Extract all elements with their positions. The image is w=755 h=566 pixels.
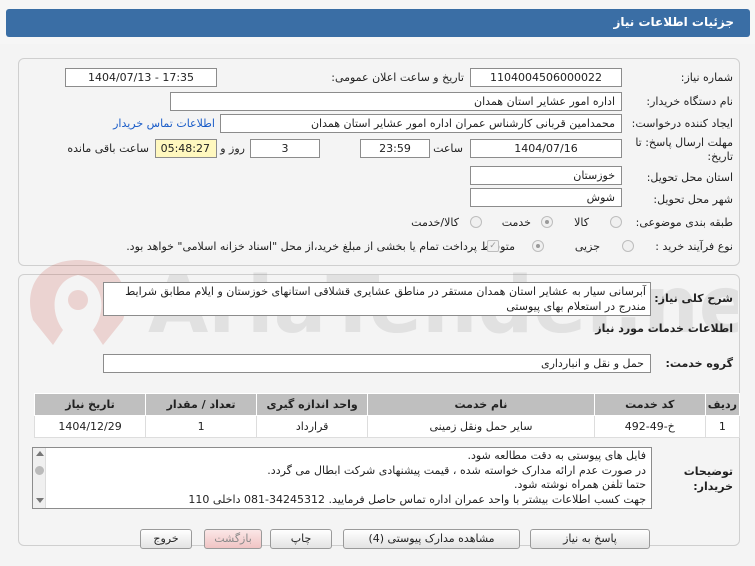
- col-header-service-code: کد خدمت: [593, 393, 706, 416]
- category-service-radio[interactable]: [541, 216, 553, 228]
- buyer-note-line: جهت کسب اطلاعات بیشتر با واحد عمران ادار…: [188, 492, 646, 506]
- cell-unit: قرارداد: [256, 415, 369, 438]
- remaining-time-label: ساعت باقی مانده: [67, 142, 149, 155]
- city-label: شهر محل تحویل:: [653, 193, 733, 206]
- deadline-time-field: 23:59: [360, 139, 430, 158]
- col-header-quantity: تعداد / مقدار: [145, 393, 258, 416]
- process-minor-radio[interactable]: [622, 240, 634, 252]
- announce-label: تاریخ و ساعت اعلان عمومی:: [331, 71, 464, 84]
- cell-row-number: 1: [704, 415, 741, 438]
- buyer-note-line: در صورت عدم ارائه مدارک خواسته شده ، قیم…: [267, 463, 646, 477]
- print-button[interactable]: چاپ: [270, 529, 332, 549]
- category-option-goods-label: کالا: [574, 216, 589, 229]
- table-header-row: ردیف کد خدمت نام خدمت واحد اندازه گیری ت…: [33, 393, 741, 416]
- cell-need-date: 1404/12/29: [33, 415, 147, 438]
- deadline-label: مهلت ارسال پاسخ: تا تاریخ:: [635, 136, 733, 163]
- col-header-need-date: تاریخ نیاز: [33, 393, 147, 416]
- back-button[interactable]: بازگشت: [204, 529, 262, 549]
- col-header-row-number: ردیف: [704, 393, 741, 416]
- buyer-note-line: فایل های پیوستی به دقت مطالعه شود.: [467, 449, 646, 462]
- services-table-wrapper: ردیف کد خدمت نام خدمت واحد اندازه گیری ت…: [33, 393, 741, 438]
- table-row: 1 خ-49-492 سایر حمل ونقل زمینی قرارداد 1…: [33, 415, 741, 438]
- payment-note: پرداخت تمام یا بخشی از مبلغ خرید،از محل …: [126, 240, 477, 253]
- buyer-org-label: نام دستگاه خریدار:: [646, 95, 733, 108]
- cell-quantity: 1: [145, 415, 258, 438]
- process-option-minor-label: جزیی: [574, 240, 600, 253]
- need-number-field: 1104004506000022: [470, 68, 622, 87]
- description-text: آبرسانی سیار به عشایر استان همدان مستقر …: [125, 285, 646, 313]
- col-header-service-name: نام خدمت: [367, 393, 595, 416]
- buyer-note-line: حتما تلفن همراه نوشته شود.: [514, 478, 646, 491]
- reply-button[interactable]: پاسخ به نیاز: [530, 529, 650, 549]
- deadline-time-label: ساعت: [433, 142, 463, 155]
- city-field: شوش: [470, 188, 622, 207]
- announce-datetime-field: 1404/07/13 - 17:35: [65, 68, 217, 87]
- province-field: خوزستان: [470, 166, 622, 185]
- service-group-field: حمل و نقل و انبارداری: [103, 354, 651, 373]
- scroll-thumb[interactable]: [35, 466, 44, 475]
- cell-service-name: سایر حمل ونقل زمینی: [367, 415, 595, 438]
- description-textarea[interactable]: آبرسانی سیار به عشایر استان همدان مستقر …: [103, 282, 651, 316]
- buyer-org-field: اداره امور عشایر استان همدان: [170, 92, 622, 111]
- days-label: روز و: [220, 142, 245, 155]
- cell-service-code: خ-49-492: [593, 415, 706, 438]
- category-goods-radio[interactable]: [610, 216, 622, 228]
- category-option-both-label: کالا/خدمت: [411, 216, 459, 229]
- page-title: جزئیات اطلاعات نیاز: [613, 15, 734, 29]
- header-area: جزئیات اطلاعات نیاز: [0, 0, 755, 44]
- category-label: طبقه بندی موضوعی:: [635, 216, 733, 229]
- category-option-service-label: خدمت: [501, 216, 531, 229]
- exit-button[interactable]: خروج: [140, 529, 192, 549]
- process-medium-radio[interactable]: [532, 240, 544, 252]
- scroll-up-icon[interactable]: [36, 451, 44, 456]
- col-header-unit: واحد اندازه گیری: [256, 393, 369, 416]
- remaining-time-field: 05:48:27: [155, 139, 217, 158]
- service-group-label: گروه خدمت:: [665, 357, 733, 370]
- deadline-date-field: 1404/07/16: [470, 139, 622, 158]
- header-bar: جزئیات اطلاعات نیاز: [6, 9, 750, 37]
- creator-label: ایجاد کننده درخواست:: [631, 117, 733, 130]
- process-type-label: نوع فرآیند خرید :: [655, 240, 733, 253]
- treasury-payment-checkbox[interactable]: ✓: [487, 240, 499, 252]
- category-both-radio[interactable]: [470, 216, 482, 228]
- view-attachments-button[interactable]: مشاهده مدارک پیوستی (4): [343, 529, 520, 549]
- creator-field: محمدامین قربانی کارشناس عمران اداره امور…: [220, 114, 622, 133]
- services-table: ردیف کد خدمت نام خدمت واحد اندازه گیری ت…: [33, 393, 741, 438]
- notes-scrollbar[interactable]: [33, 448, 46, 508]
- scroll-down-icon[interactable]: [36, 498, 44, 503]
- need-number-label: شماره نیاز:: [680, 71, 733, 84]
- buyer-contact-link[interactable]: اطلاعات تماس خریدار: [113, 117, 215, 130]
- services-section-title: اطلاعات خدمات مورد نیاز: [595, 322, 733, 335]
- days-remaining-field: 3: [250, 139, 320, 158]
- buyer-notes-label: توضیحات خریدار:: [683, 465, 733, 493]
- province-label: استان محل تحویل:: [646, 171, 733, 184]
- buyer-notes-textarea[interactable]: فایل های پیوستی به دقت مطالعه شود. در صو…: [32, 447, 652, 509]
- description-label: شرح کلی نیاز:: [654, 292, 733, 305]
